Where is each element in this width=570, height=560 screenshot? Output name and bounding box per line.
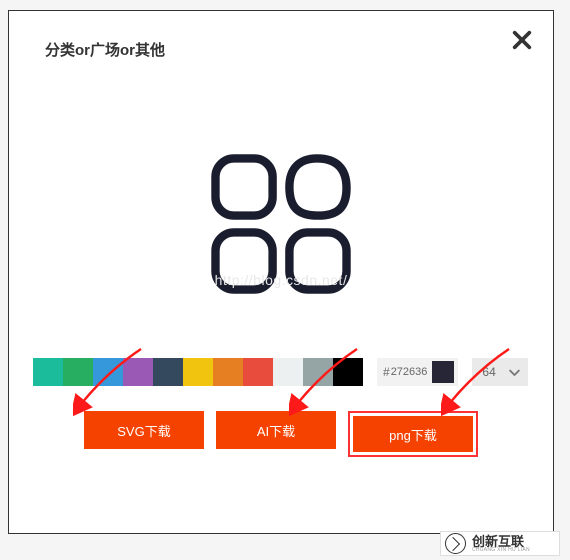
annotation-arrow xyxy=(289,346,364,416)
brand-sub-text: CHUANG XIN HU LIAN xyxy=(472,548,530,553)
download-buttons-row: SVG下载 AI下载 png下载 xyxy=(9,411,553,457)
color-swatch[interactable] xyxy=(153,358,183,386)
color-swatch[interactable] xyxy=(243,358,273,386)
brand-logo-icon xyxy=(445,533,466,554)
icon-preview: http://blog.csdn.net/ xyxy=(9,140,553,308)
close-icon xyxy=(511,29,533,51)
brand-watermark: 创新互联 CHUANG XIN HU LIAN xyxy=(440,531,560,556)
annotation-arrow xyxy=(441,346,516,416)
close-button[interactable] xyxy=(511,29,535,53)
ai-download-button[interactable]: AI下载 xyxy=(216,411,336,449)
icon-download-modal: 分类or广场or其他 http://blog.csdn.net/ # 27263… xyxy=(8,10,554,534)
color-swatch[interactable] xyxy=(183,358,213,386)
watermark-text: http://blog.csdn.net/ xyxy=(215,272,348,288)
hex-hash-symbol: # xyxy=(383,365,390,379)
hex-value-text: 272636 xyxy=(390,366,428,378)
png-highlight-box: png下载 xyxy=(348,411,478,457)
annotation-arrow xyxy=(73,346,148,416)
modal-title: 分类or广场or其他 xyxy=(9,11,553,60)
color-swatch[interactable] xyxy=(33,358,63,386)
svg-download-button[interactable]: SVG下载 xyxy=(84,411,204,449)
brand-text: 创新互联 CHUANG XIN HU LIAN xyxy=(472,535,530,553)
png-download-button[interactable]: png下载 xyxy=(353,416,473,452)
brand-main-text: 创新互联 xyxy=(472,535,530,548)
color-swatch[interactable] xyxy=(213,358,243,386)
